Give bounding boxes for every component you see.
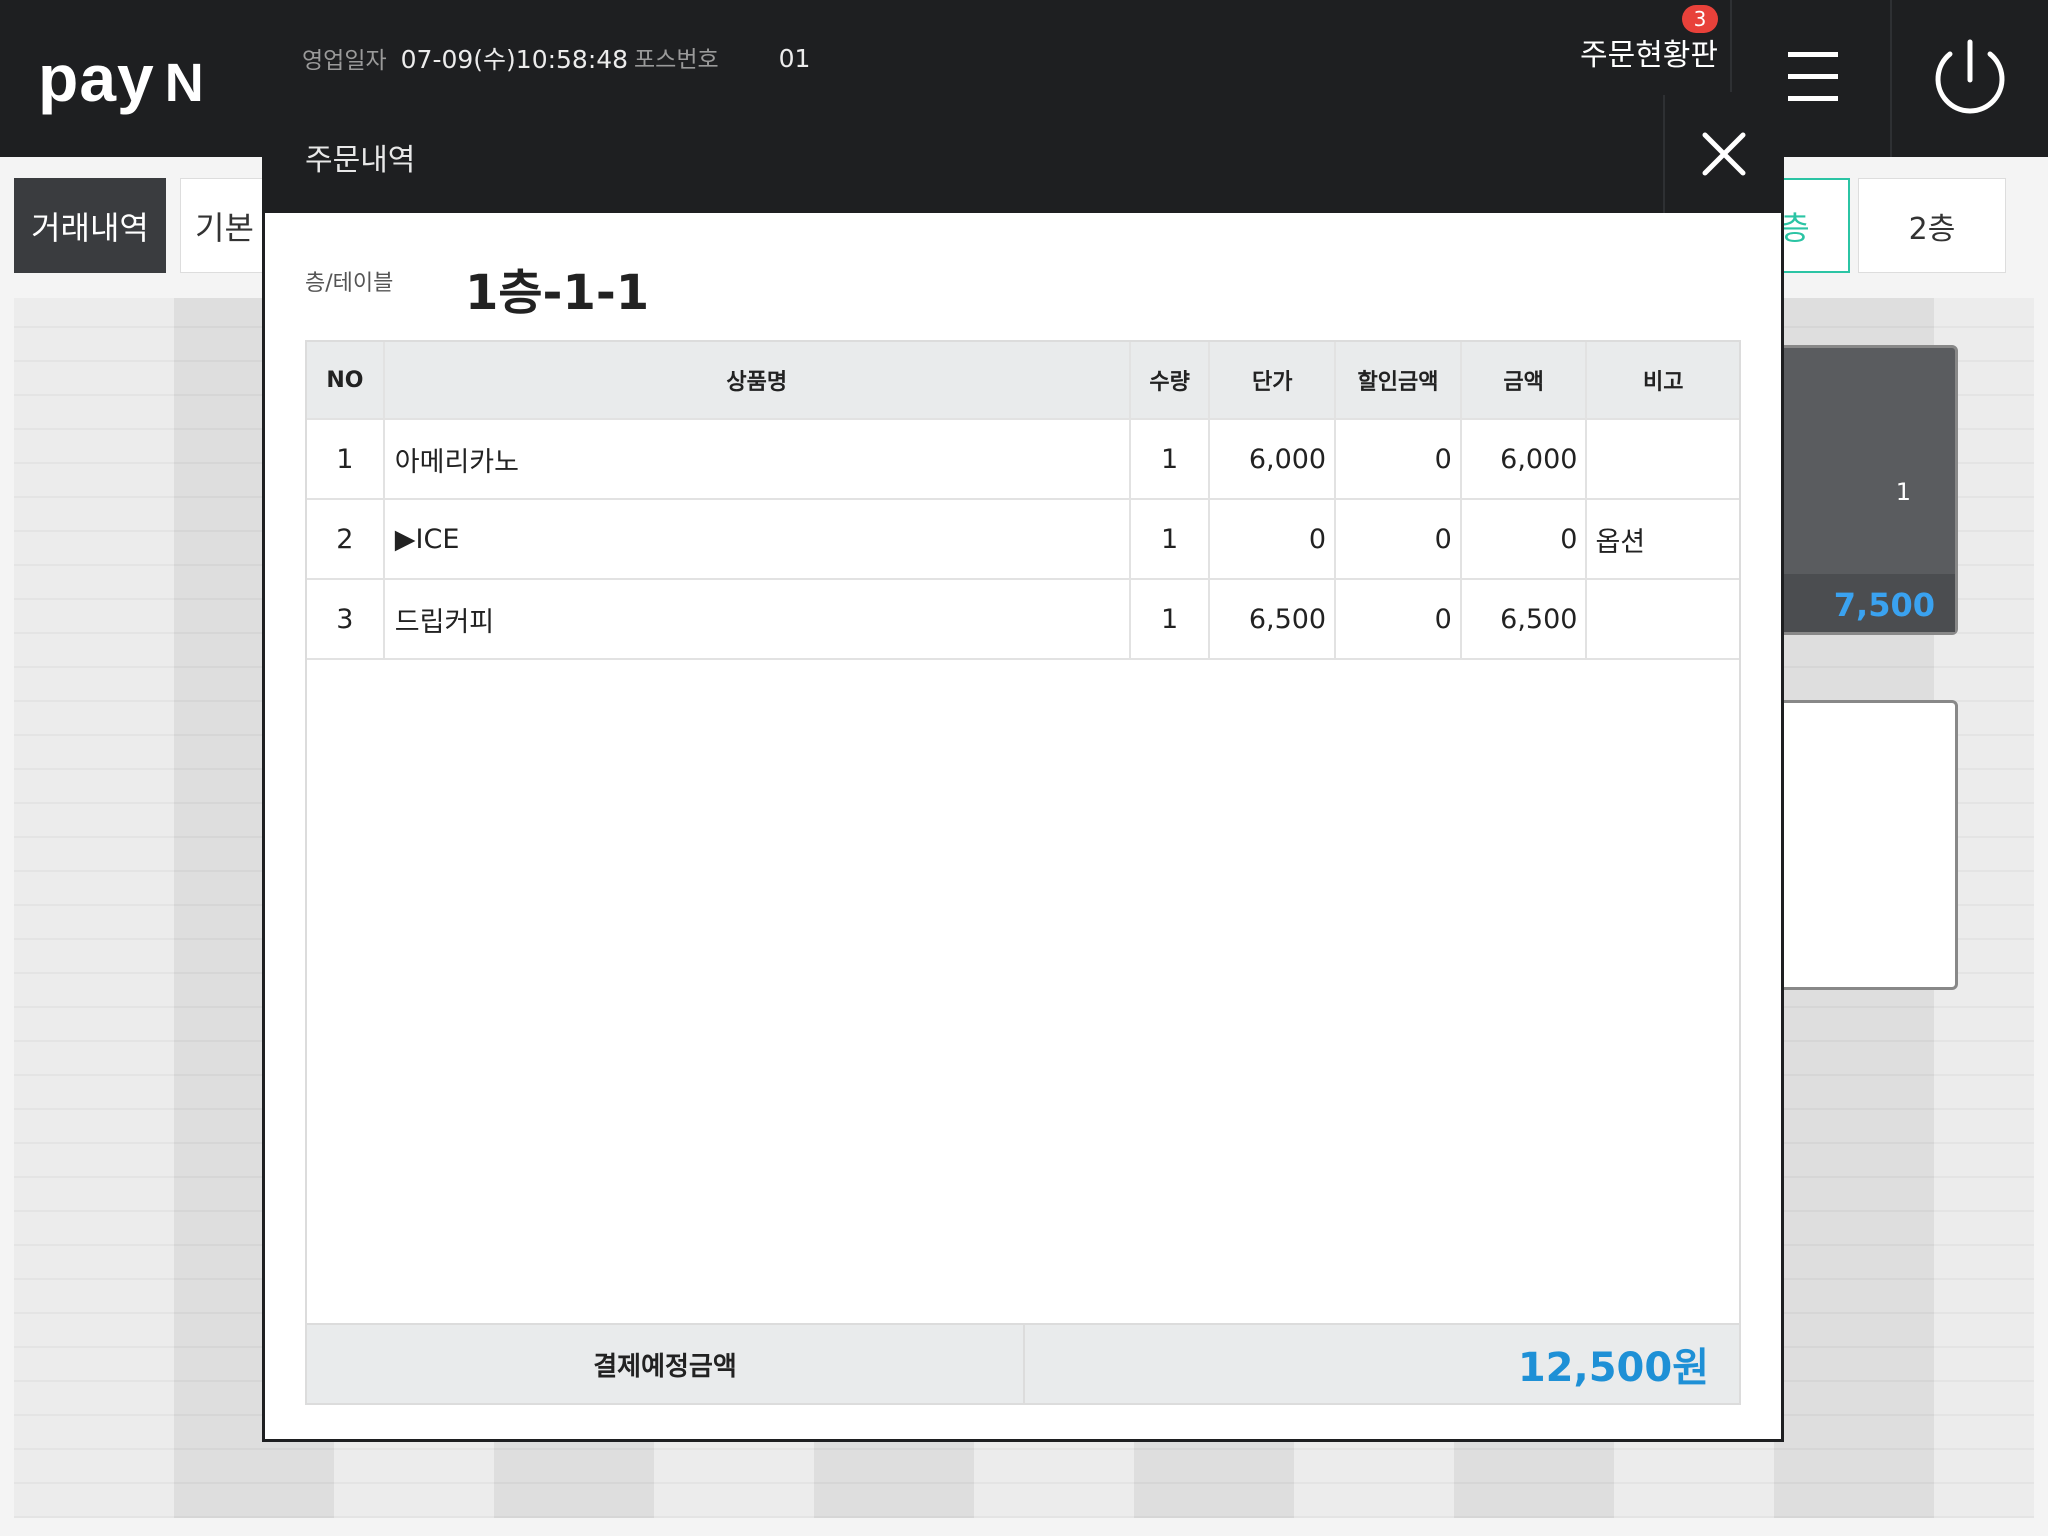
floor-tab-2-label: 2층 bbox=[1908, 211, 1956, 247]
table-header-row: NO 상품명 수량 단가 할인금액 금액 비고 bbox=[307, 342, 1740, 420]
business-date: 영업일자 07-09(수)10:58:48 bbox=[302, 40, 628, 76]
row-no: 1 bbox=[307, 420, 385, 500]
business-date-label: 영업일자 bbox=[302, 48, 387, 74]
row-note bbox=[1587, 420, 1740, 500]
row-unit-price: 6,000 bbox=[1210, 420, 1337, 500]
tab-transaction-history-label: 거래내역 bbox=[31, 208, 149, 247]
row-quantity: 1 bbox=[1130, 580, 1211, 660]
table-row[interactable]: 2 ▶ICE 1 0 0 0 옵션 bbox=[307, 500, 1740, 580]
row-discount: 0 bbox=[1336, 420, 1462, 500]
row-unit-price: 0 bbox=[1210, 500, 1337, 580]
order-status-button[interactable]: 주문현황판 bbox=[1580, 30, 1718, 74]
row-product-name: 드립커피 bbox=[384, 580, 1131, 660]
business-date-value: 07-09(수)10:58:48 bbox=[400, 45, 629, 74]
modal-title: 주문내역 bbox=[305, 143, 416, 178]
logo-n: N bbox=[164, 53, 205, 113]
tab-transaction-history[interactable]: 거래내역 bbox=[14, 178, 166, 273]
column-header-product-name: 상품명 bbox=[384, 342, 1131, 420]
total-value: 12,500원 bbox=[1025, 1325, 1739, 1403]
table-number: 1 bbox=[1895, 478, 1911, 506]
logo-text: pay bbox=[38, 41, 155, 115]
total-label: 결제예정금액 bbox=[307, 1325, 1025, 1403]
total-row: 결제예정금액 12,500원 bbox=[307, 1323, 1739, 1403]
row-no: 2 bbox=[307, 500, 385, 580]
row-product-name: 아메리카노 bbox=[384, 420, 1131, 500]
order-items-table: NO 상품명 수량 단가 할인금액 금액 비고 1 아메리카노 1 6,000 … bbox=[305, 340, 1741, 1405]
payn-logo: pay N bbox=[38, 40, 205, 116]
close-icon bbox=[1702, 132, 1746, 176]
row-discount: 0 bbox=[1336, 500, 1462, 580]
column-header-unit-price: 단가 bbox=[1210, 342, 1337, 420]
column-header-note: 비고 bbox=[1587, 342, 1740, 420]
row-discount: 0 bbox=[1336, 580, 1462, 660]
column-header-discount: 할인금액 bbox=[1336, 342, 1462, 420]
modal-header: 주문내역 bbox=[265, 95, 1781, 213]
table-value: 1층-1-1 bbox=[465, 265, 650, 321]
row-product-name: ▶ICE bbox=[384, 500, 1131, 580]
row-no: 3 bbox=[307, 580, 385, 660]
row-quantity: 1 bbox=[1130, 500, 1211, 580]
power-button[interactable] bbox=[1892, 0, 2048, 157]
row-note: 옵션 bbox=[1587, 500, 1740, 580]
menu-icon-bar bbox=[1788, 74, 1838, 79]
order-count-badge: 3 bbox=[1682, 5, 1718, 33]
row-note bbox=[1587, 580, 1740, 660]
power-icon bbox=[1935, 39, 2005, 114]
menu-icon bbox=[1788, 52, 1838, 57]
column-header-quantity: 수량 bbox=[1130, 342, 1211, 420]
pos-number-value: 01 bbox=[778, 44, 811, 73]
column-header-amount: 금액 bbox=[1461, 342, 1588, 420]
floor-tab-2[interactable]: 2층 bbox=[1858, 178, 2006, 273]
pos-number-label: 포스번호 bbox=[634, 47, 719, 73]
pos-number: 포스번호 01 bbox=[634, 40, 810, 74]
row-amount: 0 bbox=[1461, 500, 1588, 580]
close-button[interactable] bbox=[1663, 95, 1781, 213]
tab-basic-label: 기본 bbox=[195, 208, 254, 247]
order-status-label: 주문현황판 bbox=[1580, 38, 1718, 73]
order-details-modal: 주문내역 층/테이블 1층-1-1 NO 상품명 수량 단가 할인금액 금액 비… bbox=[262, 92, 1784, 1442]
floor-tab-1-label: 층 bbox=[1780, 208, 1810, 247]
menu-icon-bar bbox=[1788, 96, 1838, 101]
row-quantity: 1 bbox=[1130, 420, 1211, 500]
row-amount: 6,500 bbox=[1461, 580, 1588, 660]
table-row[interactable]: 1 아메리카노 1 6,000 0 6,000 bbox=[307, 420, 1740, 500]
table-amount: 7,500 bbox=[1833, 586, 1935, 624]
row-amount: 6,000 bbox=[1461, 420, 1588, 500]
table-row[interactable]: 3 드립커피 1 6,500 0 6,500 bbox=[307, 580, 1740, 660]
row-unit-price: 6,500 bbox=[1210, 580, 1337, 660]
column-header-no: NO bbox=[307, 342, 385, 420]
table-label: 층/테이블 bbox=[305, 271, 394, 296]
